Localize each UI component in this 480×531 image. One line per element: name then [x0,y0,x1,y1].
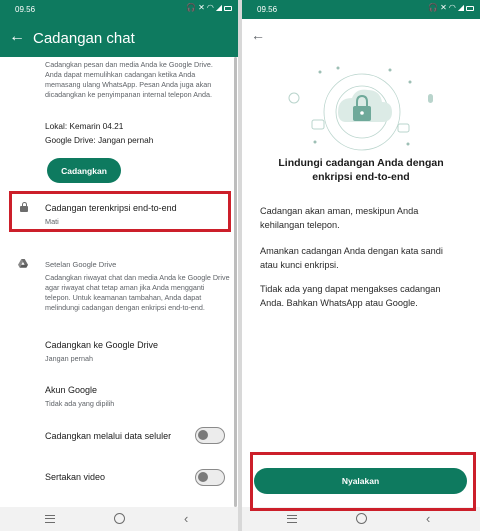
paragraph-1: Cadangan akan aman, meskipun Anda kehila… [260,206,419,230]
status-icons: 🎧 ✕ ◠ ◢ [428,3,474,13]
backup-settings-screen: 09.56 🎧 ✕ ◠ ◢ ← Cadangan chat Cadangkan … [0,0,238,531]
home-icon[interactable] [114,513,125,524]
mute-icon: ✕ [198,3,205,12]
wifi-icon: ◠ [448,3,456,12]
recent-apps-icon[interactable] [287,515,297,523]
signal-icon: ◢ [215,3,222,12]
encryption-title: Lindungi cadangan Anda dengan enkripsi e… [278,157,444,183]
google-account-value: Tidak ada yang dipilih [45,399,115,408]
paragraph-3: Tidak ada yang dapat mengakses cadangan … [260,284,441,308]
highlight-turn-on-button [250,452,476,511]
page-title: Cadangan chat [33,30,135,47]
backup-to-drive-title[interactable]: Cadangkan ke Google Drive [45,340,158,350]
backup-description: Cadangkan pesan dan media Anda ke Google… [45,60,213,99]
gdrive-backup-info: Google Drive: Jangan pernah [45,135,154,145]
cellular-backup-toggle[interactable] [195,427,225,444]
include-video-toggle[interactable] [195,469,225,486]
scrollbar[interactable] [234,57,237,507]
google-drive-settings-header: Setelan Google Drive [45,260,117,269]
wifi-icon: ◠ [206,3,214,12]
backup-button[interactable]: Cadangkan [47,158,121,183]
back-arrow-icon[interactable]: ← [9,29,25,45]
highlight-encrypted-backup [9,191,231,232]
include-video-title: Sertakan video [45,472,106,482]
status-bar: 09.56 🎧 ✕ ◠ ◢ [0,0,238,19]
app-bar: ← Cadangan chat [0,19,238,57]
recent-apps-icon[interactable] [45,515,55,523]
google-drive-icon [18,259,28,268]
google-account-title[interactable]: Akun Google [45,385,97,395]
headphones-icon: 🎧 [186,3,197,12]
system-nav-bar: ‹ [0,507,238,531]
status-time: 09.56 [257,5,278,14]
status-icons: 🎧 ✕ ◠ ◢ [186,3,232,13]
backup-to-drive-frequency: Jangan pernah [45,354,93,363]
cloud-lock-illustration [288,66,433,151]
google-drive-settings-description: Cadangkan riwayat chat dan media Anda ke… [45,273,230,312]
nav-back-icon[interactable]: ‹ [184,512,188,525]
back-arrow-icon[interactable]: ← [251,28,265,42]
status-bar: 09.56 🎧 ✕ ◠ ◢ [242,0,480,19]
mute-icon: ✕ [440,3,447,12]
home-icon[interactable] [356,513,367,524]
battery-icon [224,5,232,11]
cellular-backup-title: Cadangkan melalui data seluler [45,431,172,441]
battery-icon [466,5,474,11]
headphones-icon: 🎧 [428,3,439,12]
paragraph-2: Amankan cadangan Anda dengan kata sandi … [260,246,443,270]
nav-back-icon[interactable]: ‹ [426,512,430,525]
signal-icon: ◢ [457,3,464,12]
local-backup-info: Lokal: Kemarin 04.21 [45,121,124,131]
status-time: 09.56 [15,5,36,14]
